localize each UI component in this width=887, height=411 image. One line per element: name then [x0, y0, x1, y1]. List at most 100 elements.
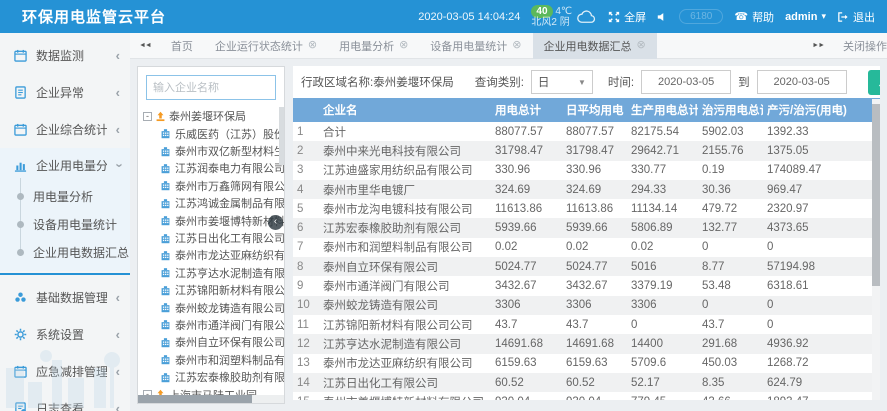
date-from-input[interactable] — [641, 70, 731, 94]
tabs-scroll-right-icon[interactable]: ►► — [803, 42, 833, 49]
sidebar-item-1[interactable]: 企业异常‹ — [0, 74, 130, 111]
tab-2[interactable]: 用电量分析⊗ — [328, 33, 419, 59]
table-row[interactable]: 5泰州市龙沟电镀科技有限公司11613.8611613.8611134.1447… — [293, 199, 880, 218]
header-datetime: 2020-03-05 14:04:24 — [418, 11, 520, 23]
tab-4[interactable]: 企业用电数据汇总⊗ — [533, 33, 657, 59]
table-vertical-scrollbar[interactable] — [872, 99, 880, 400]
sidebar-item-7[interactable]: 日志查看‹ — [0, 390, 130, 411]
row-index: 10 — [293, 296, 319, 315]
weather-widget: 40 4℃ 北风2 阴 — [531, 6, 597, 28]
table-row[interactable]: 8泰州自立环保有限公司5024.775024.7750168.7757194.9… — [293, 257, 880, 276]
tab-bar: ◄◄ 首页企业运行状态统计⊗用电量分析⊗设备用电量统计⊗企业用电数据汇总⊗ ►►… — [130, 33, 887, 59]
value-cell: 14691.68 — [562, 334, 627, 353]
sidebar-item-5[interactable]: 系统设置 ‹ — [0, 316, 130, 353]
scrollbar-thumb[interactable] — [872, 104, 880, 286]
sidebar-subitem-label: 企业用电数据汇总 — [33, 244, 129, 261]
building-icon — [160, 337, 171, 348]
tab-1[interactable]: 企业运行状态统计⊗ — [204, 33, 328, 59]
table-row[interactable]: 6江苏宏泰橡胶助剂有限公司5939.665939.665806.89132.77… — [293, 218, 880, 237]
fullscreen-button[interactable]: 全屏 — [608, 9, 646, 25]
logout-button[interactable]: 退出 — [837, 9, 875, 25]
table-row[interactable]: 15泰州市姜堰博特新材料有限公司930.04930.04779.4543.661… — [293, 392, 880, 400]
tree-company-item[interactable]: 泰州市龙达亚麻纺织有限公司 — [160, 247, 284, 264]
report-icon — [14, 86, 27, 99]
gear-icon — [14, 328, 27, 341]
sidebar-subitem-0[interactable]: 用电量分析 — [0, 182, 130, 210]
sidebar-subitem-2[interactable]: 企业用电数据汇总 — [0, 238, 130, 266]
table-row[interactable]: 7泰州市和润塑料制品有限公司0.020.020.0200 — [293, 238, 880, 257]
chevron-left-icon: ‹ — [116, 365, 120, 378]
value-cell: 6159.63 — [491, 354, 562, 373]
sidebar-item-0[interactable]: 数据监测‹ — [0, 37, 130, 74]
user-menu[interactable]: admin ▾ — [785, 11, 826, 23]
fullscreen-icon — [608, 11, 620, 23]
table-row[interactable]: 10泰州蛟龙铸造有限公司33063306330600 — [293, 296, 880, 315]
speaker-icon[interactable] — [657, 12, 668, 22]
sidebar-item-4[interactable]: 基础数据管理‹ — [0, 279, 130, 316]
row-index: 5 — [293, 199, 319, 218]
notice-badge[interactable]: 6180 — [679, 9, 723, 24]
tree-horizontal-scrollbar[interactable] — [138, 395, 284, 403]
value-cell: 779.45 — [627, 392, 698, 400]
tree-company-item[interactable]: 江苏锦阳新材料有限公司公司 — [160, 282, 284, 299]
tabs-scroll-left-icon[interactable]: ◄◄ — [130, 42, 160, 49]
company-search-input[interactable] — [146, 75, 276, 100]
value-cell: 52.17 — [627, 373, 698, 392]
value-cell: 14691.68 — [491, 334, 562, 353]
table-row[interactable]: 3江苏迪盛家用纺织品有限公司330.96330.96330.770.191740… — [293, 161, 880, 180]
chevron-left-icon: ‹ — [116, 328, 120, 341]
export-button[interactable]: 导出 — [868, 70, 880, 95]
panel-collapse-button[interactable]: ‹ — [268, 215, 283, 230]
tab-0[interactable]: 首页 — [160, 33, 204, 59]
tree-company-item[interactable]: 江苏鸿诚金属制品有限公司 — [160, 195, 284, 212]
to-label: 到 — [738, 74, 750, 90]
tab-close-icon[interactable]: ⊗ — [308, 40, 317, 51]
column-header-1: 用电总计 — [491, 98, 562, 122]
tree-company-item[interactable]: 江苏宏泰橡胶助剂有限公司 — [160, 368, 284, 385]
tab-close-icon[interactable]: ⊗ — [637, 40, 646, 51]
scrollbar-thumb[interactable] — [138, 395, 252, 403]
value-cell: 330.96 — [491, 161, 562, 180]
sidebar-subitem-1[interactable]: 设备用电量统计 — [0, 210, 130, 238]
table-row[interactable]: 2泰州中来光电科技有限公司31798.4731798.4729642.71215… — [293, 141, 880, 160]
sidebar-item-2[interactable]: 企业综合统计‹ — [0, 111, 130, 148]
table-row[interactable]: 12江苏亨达水泥制造有限公司14691.6814691.6814400291.6… — [293, 334, 880, 353]
tree-company-item[interactable]: 泰州蛟龙铸造有限公司 — [160, 299, 284, 316]
help-button[interactable]: ☎ 帮助 — [734, 9, 774, 25]
tab-3[interactable]: 设备用电量统计⊗ — [419, 33, 532, 59]
tree-company-item[interactable]: 江苏日出化工有限公司 — [160, 229, 284, 246]
close-operations-button[interactable]: 关闭操作 — [843, 38, 887, 54]
table-header-row: 企业名用电总计日平均用电生产用电总计治污用电总计产污/治污(用电) — [293, 98, 880, 122]
chevron-down-icon: ‹ — [111, 163, 124, 167]
tree-company-label: 泰州市龙达亚麻纺织有限公司 — [175, 247, 284, 263]
tree-company-item[interactable]: 泰州市双亿新型材料生产有限公司 — [160, 142, 284, 159]
tree-company-item[interactable]: 江苏亨达水泥制造有限公司 — [160, 264, 284, 281]
table-row[interactable]: 14江苏日出化工有限公司60.5260.5252.178.35624.79 — [293, 373, 880, 392]
tree-company-item[interactable]: 泰州市姜堰博特新材料有限公司 — [160, 212, 284, 229]
tab-close-icon[interactable]: ⊗ — [512, 40, 521, 51]
table-row[interactable]: 4泰州市里华电镀厂324.69324.69294.3330.36969.47 — [293, 180, 880, 199]
tree-company-item[interactable]: 江苏润泰电力有限公司 — [160, 160, 284, 177]
sidebar-item-3[interactable]: 企业用电量分析‹ — [0, 148, 130, 182]
value-cell: 4936.92 — [763, 334, 880, 353]
column-header-0: 企业名 — [319, 98, 491, 122]
tree-company-item[interactable]: 泰州市万鑫筛网有限公司 — [160, 177, 284, 194]
tree-company-item[interactable]: 泰州市和润塑料制品有限公司 — [160, 351, 284, 368]
date-to-input[interactable] — [757, 70, 847, 94]
sidebar-item-6[interactable]: 应急减排管理‹ — [0, 353, 130, 390]
table-row[interactable]: 11江苏锦阳新材料有限公司公司43.743.7043.70 — [293, 315, 880, 334]
category-select[interactable]: 日 ▼ — [531, 70, 593, 94]
value-cell: 1392.33 — [763, 122, 880, 141]
tree-company-item[interactable]: 泰州自立环保有限公司 — [160, 334, 284, 351]
table-row[interactable]: 1合计88077.5788077.5782175.545902.031392.3… — [293, 122, 880, 141]
tree-node-0[interactable]: -泰州姜堰环保局 — [143, 107, 284, 125]
sidebar-item-label: 系统设置 — [36, 326, 107, 343]
value-cell: 82175.54 — [627, 122, 698, 141]
collapse-minus-icon[interactable]: - — [143, 112, 152, 121]
tree-company-item[interactable]: 泰州市通洋阀门有限公司 — [160, 316, 284, 333]
tree-vertical-scrollbar[interactable] — [279, 107, 284, 165]
tree-company-item[interactable]: 乐威医药（江苏）股份有限公司 — [160, 125, 284, 142]
tab-close-icon[interactable]: ⊗ — [399, 40, 408, 51]
table-row[interactable]: 13泰州市龙达亚麻纺织有限公司6159.636159.635709.6450.0… — [293, 354, 880, 373]
table-row[interactable]: 9泰州市通洋阀门有限公司3432.673432.673379.1953.4863… — [293, 276, 880, 295]
